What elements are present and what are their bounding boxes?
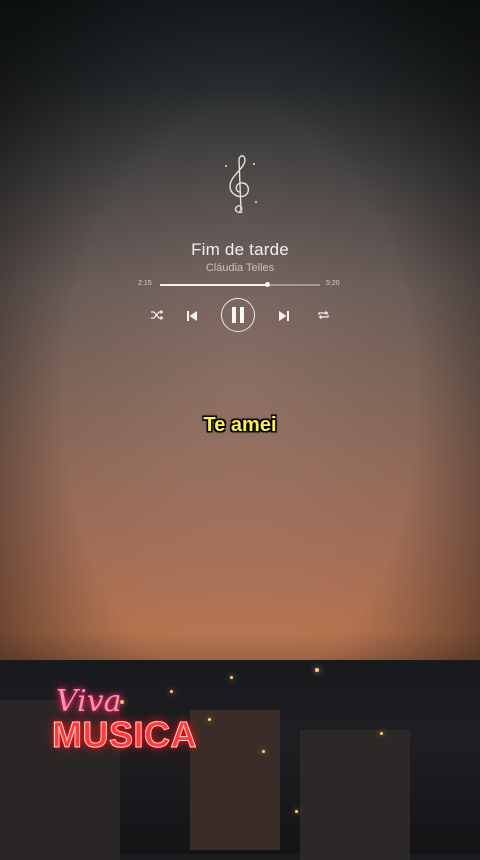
song-title: Fim de tarde [191,240,289,259]
skip-next-icon[interactable] [275,307,293,325]
total-duration: 5:20 [326,280,340,287]
elapsed-time: 2:15 [138,280,152,287]
progress-bar[interactable] [160,282,320,287]
shuffle-icon[interactable] [149,307,165,323]
logo-musica-text: MUSICA [52,714,198,756]
repeat-icon[interactable] [315,307,331,323]
artist-name: Cláudia Telles [205,262,275,274]
treble-clef-icon [218,152,262,218]
pause-button[interactable] [221,298,255,332]
lyric-line: Te amei [203,414,277,436]
progress-fill [160,284,268,286]
skip-previous-icon[interactable] [183,307,201,325]
pause-icon [232,307,244,323]
